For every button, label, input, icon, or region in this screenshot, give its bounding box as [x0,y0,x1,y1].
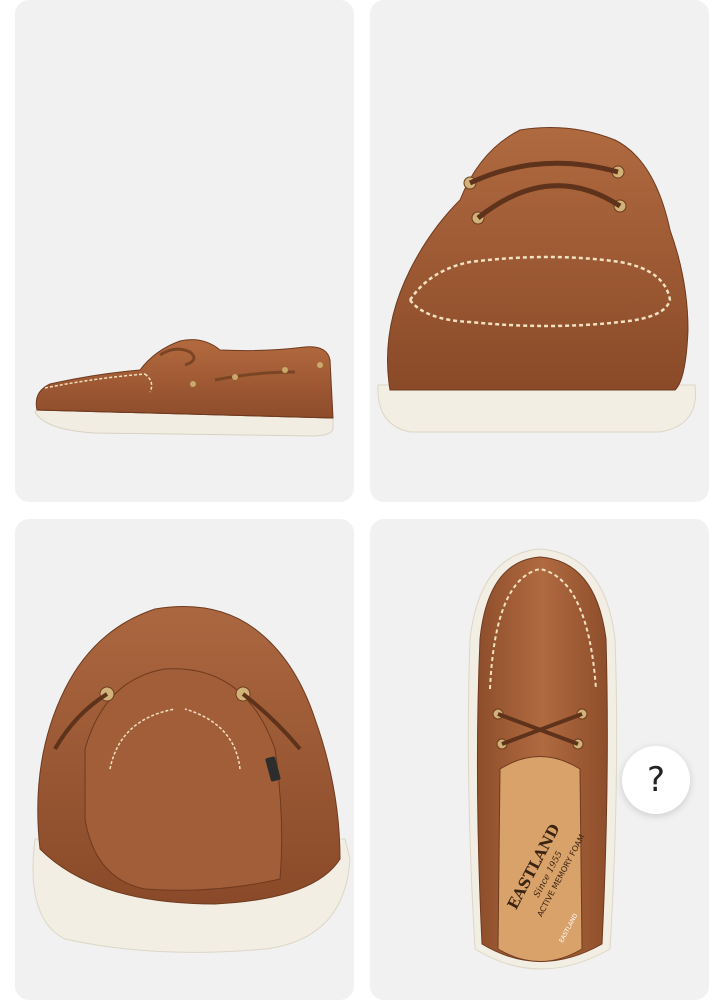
shoe-back-illustration [32,606,351,953]
product-image-side[interactable] [15,0,354,502]
product-image-front[interactable] [370,0,709,502]
product-image-back[interactable] [15,519,354,1000]
help-button[interactable]: ? [622,746,690,814]
help-question-icon: ? [646,760,666,800]
product-image-gallery: EASTLAND Since 1955 ACTIVE MEMORY FOAM E… [0,0,723,1000]
shoe-side-illustration [34,339,334,437]
shoe-front-illustration [377,127,697,433]
